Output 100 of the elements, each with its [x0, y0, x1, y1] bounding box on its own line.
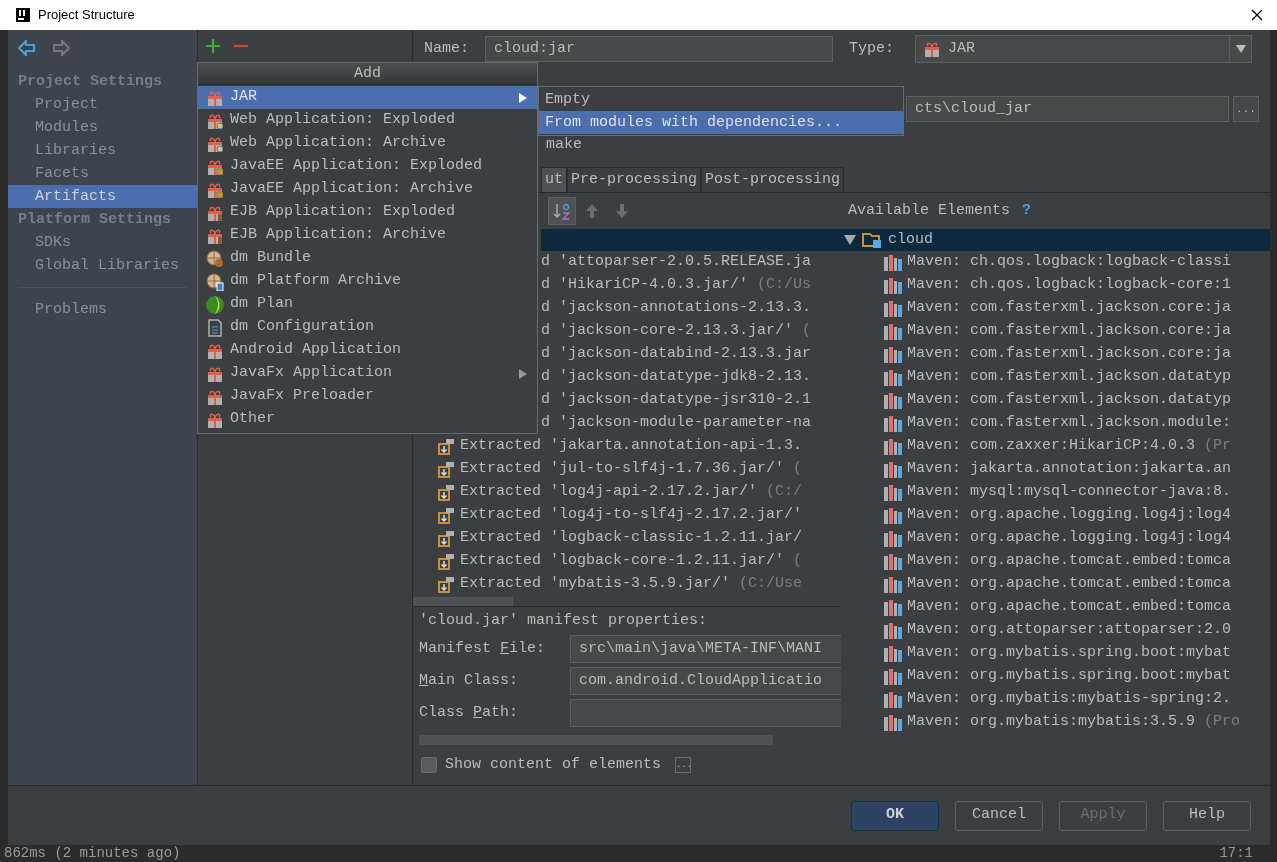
menu-item[interactable]: dm Plan [198, 293, 537, 316]
layout-tree-item[interactable]: Extracted 'mybatis-3.5.9.jar/' (C:/Use [413, 573, 841, 596]
type-dropdown[interactable]: JAR [915, 35, 1252, 63]
menu-item[interactable]: dm Platform Archive [198, 270, 537, 293]
checkbox-label: Show content of elements [445, 754, 662, 775]
menu-item[interactable]: EJB Application: Exploded [198, 201, 537, 224]
library-tree-item[interactable]: Maven: org.apache.tomcat.embed:tomca [841, 550, 1270, 573]
gift-icon [207, 89, 223, 106]
layout-tree-item[interactable]: Extracted 'logback-classic-1.2.11.jar/ [413, 527, 841, 550]
sidebar-item[interactable]: Problems [8, 298, 197, 321]
dialog-button[interactable]: Help [1163, 800, 1251, 831]
manifest-field[interactable]: src\main\java\META-INF\MANI [570, 635, 841, 663]
layout-tree-item[interactable]: Extracted 'log4j-to-slf4j-2.17.2.jar/' [413, 504, 841, 527]
sidebar-item[interactable]: Modules [8, 116, 197, 139]
library-tree-item[interactable]: Maven: org.mybatis:mybatis:3.5.9 (Pro [841, 711, 1270, 734]
tree-root[interactable]: cloud [841, 229, 1270, 251]
tab[interactable]: ut [541, 167, 567, 192]
menu-item[interactable]: dm Bundle [198, 247, 537, 270]
dropdown-arrow-icon [1235, 45, 1246, 53]
close-icon[interactable] [1251, 9, 1263, 21]
checkbox[interactable] [421, 757, 437, 773]
menu-item[interactable]: Android Application [198, 339, 537, 362]
sort-button[interactable] [548, 197, 576, 225]
extract-icon [437, 575, 455, 594]
dialog-button[interactable]: Cancel [955, 800, 1043, 831]
help-link[interactable]: ? [1022, 199, 1032, 223]
library-tree-item[interactable]: Maven: ch.qos.logback:logback-classi [841, 251, 1270, 274]
library-tree-item[interactable]: Maven: org.apache.logging.log4j:log4 [841, 504, 1270, 527]
sidebar-item[interactable]: SDKs [8, 231, 197, 254]
library-tree-item[interactable]: Maven: com.fasterxml.jackson.module: [841, 412, 1270, 435]
back-arrow-icon[interactable] [18, 40, 36, 56]
manifest-field[interactable]: com.android.CloudApplicatio [570, 667, 841, 695]
menu-item[interactable]: JavaFx Application [198, 362, 537, 385]
library-tree-item[interactable]: Maven: org.apache.tomcat.embed:tomca [841, 573, 1270, 596]
field-label: Main Class: [419, 670, 520, 691]
menu-item[interactable]: JavaEE Application: Exploded [198, 155, 537, 178]
sidebar-item[interactable]: Facets [8, 162, 197, 185]
gift-icon [207, 365, 223, 382]
expand-arrow-icon[interactable] [844, 235, 856, 245]
layout-tree-item[interactable]: Extracted 'jakarta.annotation-api-1.3. [413, 435, 841, 458]
library-tree-item[interactable]: Maven: com.fasterxml.jackson.core:ja [841, 320, 1270, 343]
library-tree-item[interactable]: Maven: com.zaxxer:HikariCP:4.0.3 (Pr [841, 435, 1270, 458]
library-tree-item[interactable]: Maven: jakarta.annotation:jakarta.an [841, 458, 1270, 481]
move-up-icon[interactable] [585, 203, 599, 219]
menu-item[interactable]: JAR [198, 86, 537, 109]
add-icon[interactable] [206, 39, 220, 53]
tab[interactable]: Pre-processing [567, 167, 702, 192]
manifest-title: 'cloud.jar' manifest properties: [419, 611, 709, 631]
sphere-icon [205, 294, 225, 315]
library-icon [884, 645, 902, 662]
sidebar-item[interactable]: Artifacts [8, 185, 197, 208]
menu-item[interactable]: Empty [539, 88, 903, 111]
library-tree-item[interactable]: Maven: org.mybatis:mybatis-spring:2. [841, 688, 1270, 711]
library-tree-item[interactable]: Maven: org.mybatis.spring.boot:mybat [841, 642, 1270, 665]
library-tree-item[interactable]: Maven: com.fasterxml.jackson.datatyp [841, 389, 1270, 412]
gift-icon [207, 411, 223, 428]
menu-item[interactable]: From modules with dependencies... [539, 111, 903, 134]
library-tree-item[interactable]: Maven: org.apache.logging.log4j:log4 [841, 527, 1270, 550]
gift-icon [207, 112, 223, 129]
layout-tree-item[interactable]: Extracted 'jul-to-slf4j-1.7.36.jar/' ( [413, 458, 841, 481]
menu-item[interactable]: EJB Application: Archive [198, 224, 537, 247]
library-tree-item[interactable]: Maven: org.attoparser:attoparser:2.0 [841, 619, 1270, 642]
layout-tree-item[interactable]: Extracted 'logback-core-1.2.11.jar/' ( [413, 550, 841, 573]
library-tree-item[interactable]: Maven: com.fasterxml.jackson.core:ja [841, 297, 1270, 320]
menu-item[interactable]: Web Application: Archive [198, 132, 537, 155]
menu-item[interactable]: dm Configuration [198, 316, 537, 339]
extract-icon [437, 460, 455, 479]
sidebar-item[interactable]: Global Libraries [8, 254, 197, 277]
name-field[interactable]: cloud:jar [485, 36, 833, 62]
library-tree-item[interactable]: Maven: org.apache.tomcat.embed:tomca [841, 596, 1270, 619]
library-icon [884, 530, 902, 547]
browse-button[interactable]: ... [1233, 96, 1259, 122]
output-directory-field[interactable]: cts\cloud_jar [906, 96, 1229, 122]
library-tree-item[interactable]: Maven: mysql:mysql-connector-java:8. [841, 481, 1270, 504]
scrollbar[interactable] [413, 597, 513, 606]
layout-tree-item[interactable]: Extracted 'log4j-api-2.17.2.jar/' (C:/ [413, 481, 841, 504]
gift-icon [207, 204, 223, 221]
more-button[interactable]: ... [675, 757, 692, 773]
extract-icon [437, 506, 455, 525]
library-icon [884, 300, 902, 317]
menu-item[interactable]: JavaFx Preloader [198, 385, 537, 408]
library-icon [884, 392, 902, 409]
sidebar-item[interactable]: Project [8, 93, 197, 116]
library-tree-item[interactable]: Maven: ch.qos.logback:logback-core:1 [841, 274, 1270, 297]
menu-item[interactable]: Web Application: Exploded [198, 109, 537, 132]
move-down-icon[interactable] [615, 203, 629, 219]
library-tree-item[interactable]: Maven: org.mybatis.spring.boot:mybat [841, 665, 1270, 688]
library-icon [884, 461, 902, 478]
library-tree-item[interactable]: Maven: com.fasterxml.jackson.core:ja [841, 343, 1270, 366]
menu-item[interactable]: Other [198, 408, 537, 431]
dialog-button[interactable]: OK [851, 800, 939, 831]
manifest-field[interactable] [570, 699, 841, 727]
section-heading: Project Settings [17, 72, 164, 92]
library-tree-item[interactable]: Maven: com.fasterxml.jackson.datatyp [841, 366, 1270, 389]
library-icon [884, 254, 902, 271]
library-icon [884, 346, 902, 363]
tab[interactable]: Post-processing [701, 167, 845, 192]
sidebar-item[interactable]: Libraries [8, 139, 197, 162]
menu-item[interactable]: JavaEE Application: Archive [198, 178, 537, 201]
forward-arrow-icon[interactable] [52, 40, 70, 56]
